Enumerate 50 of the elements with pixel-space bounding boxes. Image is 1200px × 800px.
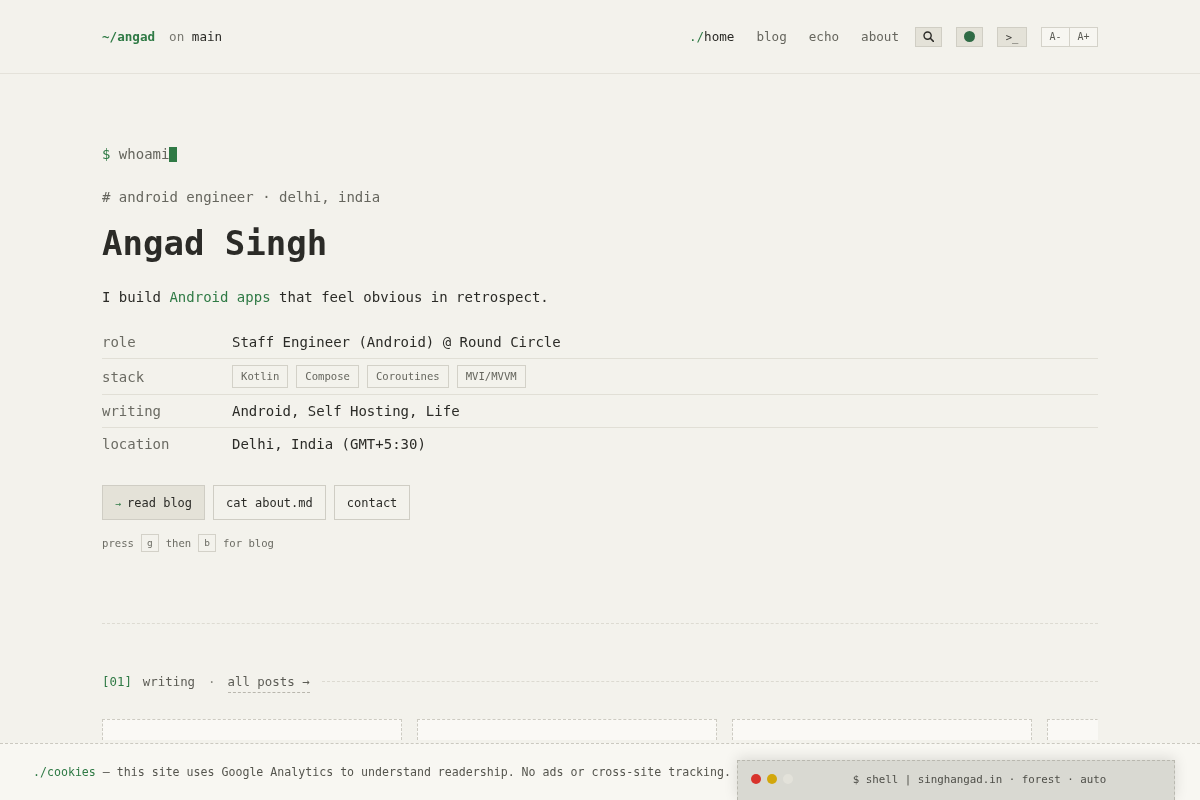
post-card[interactable] <box>732 719 1032 740</box>
search-icon <box>923 31 934 42</box>
cookie-notice: ./cookies — this site uses Google Analytics to understand readership. No ads or cross-site tracking. <box>33 765 731 779</box>
keyboard-key: b <box>198 534 216 552</box>
nav-link[interactable]: echo <box>808 29 840 44</box>
keyboard-key: g <box>140 534 159 552</box>
branch-label: on main <box>169 29 223 44</box>
hint-text: then <box>165 537 192 549</box>
all-posts-link[interactable]: all posts → <box>227 673 310 693</box>
window-controls-icon <box>751 774 793 784</box>
tag-chip: Kotlin <box>232 365 289 388</box>
field-value: Staff Engineer (Android) @ Round Circle <box>232 333 561 352</box>
action-button[interactable]: contact <box>333 485 411 520</box>
name-heading: Angad Singh <box>102 222 329 265</box>
post-card[interactable] <box>1047 719 1098 740</box>
tag-chip: Coroutines <box>366 365 449 388</box>
text-cursor-icon <box>169 146 178 162</box>
intro-link[interactable]: Android apps <box>169 289 271 305</box>
action-button[interactable]: cat about.md <box>213 485 326 520</box>
field-label: stack <box>102 367 146 387</box>
command-prompt: $ whoami <box>102 145 170 164</box>
intro-text: I build Android apps that feel obvious in retrospect. <box>102 288 550 307</box>
search-button[interactable] <box>915 26 942 47</box>
field-label: location <box>102 435 171 454</box>
nav-link[interactable]: about <box>861 29 899 44</box>
terminal-button[interactable]: >_ <box>997 26 1027 47</box>
field-value: Delhi, India (GMT+5:30) <box>232 435 426 454</box>
tag-chip: MVI/MVVM <box>456 365 526 388</box>
post-card[interactable] <box>417 719 717 740</box>
tagline: # android engineer · delhi, india <box>102 188 382 207</box>
field-value: Android, Self Hosting, Life <box>232 402 460 421</box>
font-size-button[interactable]: A- <box>1041 26 1070 47</box>
section-index: [01] <box>102 673 132 689</box>
section-title: writing <box>142 673 196 689</box>
tag-chip: Compose <box>296 365 359 388</box>
separator-text: · <box>208 673 216 689</box>
post-card[interactable] <box>102 719 402 740</box>
nav-link[interactable]: ./home <box>688 29 735 44</box>
field-label: writing <box>102 402 162 421</box>
nav-link[interactable]: blog <box>756 29 787 44</box>
brand-link[interactable]: ~/angad <box>102 29 156 44</box>
font-size-button[interactable]: A+ <box>1069 26 1098 47</box>
dot-icon <box>964 31 975 42</box>
field-label: role <box>102 333 137 352</box>
hint-text: press <box>102 537 134 549</box>
shell-window[interactable]: $ shell | singhangad.in · forest · auto <box>737 760 1175 800</box>
action-button[interactable]: → read blog <box>102 485 206 520</box>
shell-title: $ shell | singhangad.in · forest · auto <box>851 774 1108 786</box>
hint-text: for blog <box>222 537 274 549</box>
theme-button[interactable] <box>956 26 983 47</box>
